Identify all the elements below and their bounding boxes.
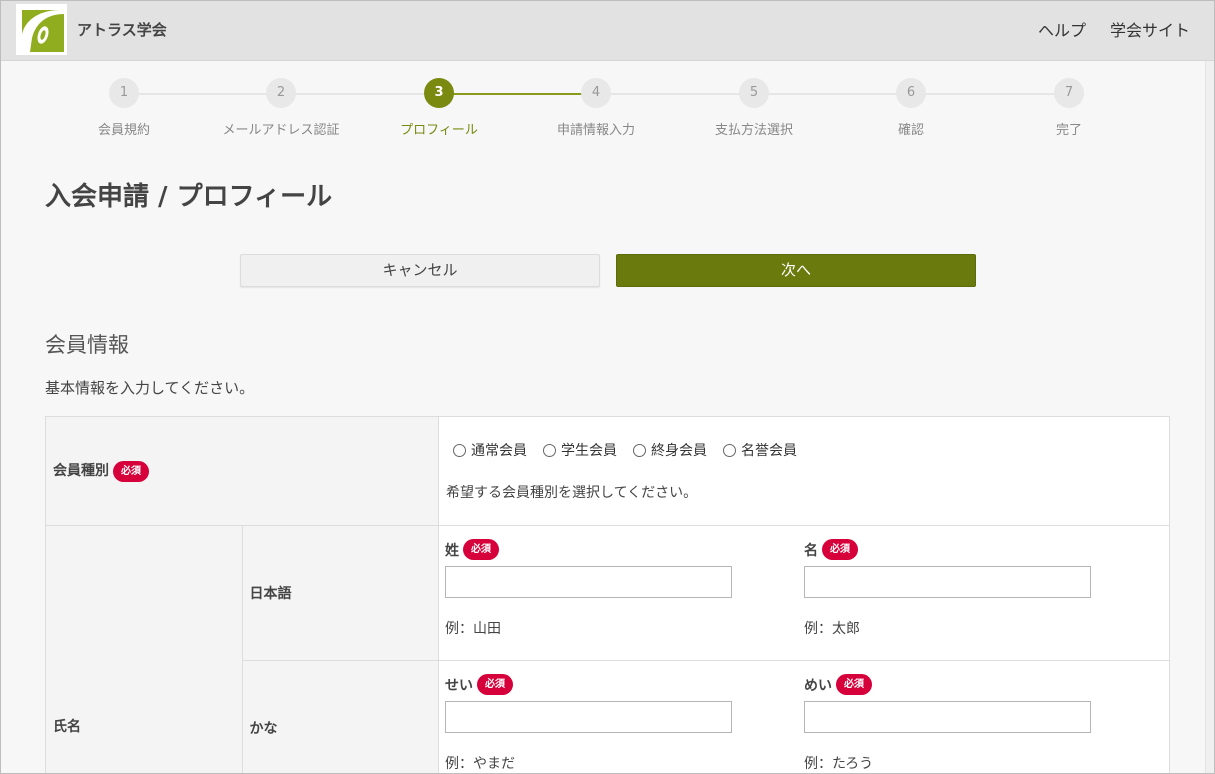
required-badge: 必須 — [477, 674, 513, 695]
radio-label: 名誉会員 — [741, 443, 797, 459]
first-name-example: 例：太郎 — [804, 621, 860, 637]
section-title: 会員情報 — [45, 333, 129, 357]
header-links: ヘルプ 学会サイト — [1038, 17, 1190, 41]
name-label: 氏名 — [53, 718, 81, 735]
japanese-header: 日本語 — [241, 525, 439, 661]
japanese-name-cell: 姓必須 例：山田 名必須 例：太郎 — [438, 525, 1170, 661]
radio-button[interactable] — [633, 443, 646, 457]
first-kana-example: 例：たろう — [804, 756, 874, 772]
last-kana-group: せい 必須 例：やまだ — [445, 674, 804, 773]
step-7: 7 完了 — [999, 77, 1139, 138]
last-kana-example: 例：やまだ — [445, 756, 515, 772]
radio-lifetime-member[interactable]: 終身会員 — [633, 440, 707, 460]
first-name-label: 名 — [804, 542, 818, 559]
step-3: 3 プロフィール — [369, 77, 509, 138]
radio-button[interactable] — [723, 443, 736, 457]
radio-label: 終身会員 — [651, 443, 707, 459]
step-number: 1 — [109, 78, 139, 108]
radio-label: 学生会員 — [561, 443, 617, 459]
step-number: 4 — [581, 78, 611, 108]
next-button[interactable]: 次へ — [616, 254, 976, 287]
top-header: アトラス学会 ヘルプ 学会サイト — [1, 1, 1214, 61]
step-label: 支払方法選択 — [714, 123, 793, 138]
step-label: 会員規約 — [97, 123, 150, 138]
first-kana-group: めい 必須 例：たろう — [804, 674, 1163, 773]
step-label: 確認 — [897, 123, 924, 138]
step-number: 2 — [266, 78, 296, 108]
logo-icon — [16, 4, 67, 55]
first-kana-label: めい — [804, 677, 832, 694]
kana-name-cell: せい 必須 例：やまだ めい 必須 例：たろう — [438, 660, 1170, 773]
member-type-cell: 通常会員 学生会員 終身会員 名誉会員 希望する会員種別を選択してください。 — [438, 416, 1170, 526]
last-name-example: 例：山田 — [445, 621, 501, 637]
radio-label: 通常会員 — [471, 443, 527, 459]
last-name-input[interactable] — [445, 566, 732, 598]
step-label: メールアドレス認証 — [222, 123, 340, 138]
step-number: 6 — [896, 78, 926, 108]
step-6: 6 確認 — [841, 77, 981, 138]
member-info-form: 会員種別 必須 通常会員 学生会員 終身会員 名誉会員 希望する会員種別を選択し… — [45, 416, 1170, 773]
required-badge: 必須 — [113, 460, 149, 482]
radio-student-member[interactable]: 学生会員 — [543, 440, 617, 460]
last-name-group: 姓必須 例：山田 — [445, 539, 804, 638]
required-badge: 必須 — [822, 539, 858, 560]
first-kana-input[interactable] — [804, 701, 1091, 733]
required-badge: 必須 — [836, 674, 872, 695]
member-type-options: 通常会員 学生会員 終身会員 名誉会員 — [439, 440, 1169, 460]
kana-label: かな — [249, 721, 278, 737]
vertical-scrollbar[interactable] — [1205, 61, 1214, 773]
member-type-label: 会員種別 — [53, 463, 109, 480]
required-badge: 必須 — [463, 539, 499, 560]
society-site-link[interactable]: 学会サイト — [1110, 17, 1190, 41]
step-label: 申請情報入力 — [556, 123, 635, 138]
section-description: 基本情報を入力してください。 — [45, 379, 255, 397]
radio-honorary-member[interactable]: 名誉会員 — [723, 440, 797, 460]
radio-button[interactable] — [453, 443, 466, 457]
japanese-label: 日本語 — [249, 586, 292, 602]
name-japanese-row: 氏名 日本語 姓必須 例：山田 名必須 例：太郎 — [45, 525, 1170, 773]
member-type-header: 会員種別 必須 — [45, 416, 439, 526]
step-label: 完了 — [1055, 123, 1082, 138]
step-number: 7 — [1054, 78, 1084, 108]
step-2: 2 メールアドレス認証 — [211, 77, 351, 138]
member-type-hint: 希望する会員種別を選択してください。 — [446, 485, 698, 501]
page-title: 入会申請 / プロフィール — [45, 182, 333, 212]
last-name-label: 姓 — [445, 542, 459, 559]
step-number: 5 — [739, 78, 769, 108]
kana-header: かな — [241, 660, 439, 773]
cancel-button[interactable]: キャンセル — [240, 254, 600, 287]
brand-name: アトラス学会 — [77, 21, 167, 39]
step-1: 1 会員規約 — [54, 77, 194, 138]
progress-stepper: 1 会員規約 2 メールアドレス認証 3 プロフィール 4 申請情報入力 5 支… — [45, 77, 1147, 138]
step-5: 5 支払方法選択 — [684, 77, 824, 138]
radio-button[interactable] — [543, 443, 556, 457]
last-kana-input[interactable] — [445, 701, 732, 733]
step-label: プロフィール — [400, 123, 478, 138]
member-type-row: 会員種別 必須 通常会員 学生会員 終身会員 名誉会員 希望する会員種別を選択し… — [45, 416, 1170, 526]
name-header: 氏名 — [45, 525, 243, 773]
radio-regular-member[interactable]: 通常会員 — [453, 440, 527, 460]
help-link[interactable]: ヘルプ — [1038, 17, 1086, 41]
step-number: 3 — [424, 78, 454, 108]
first-name-group: 名必須 例：太郎 — [804, 539, 1163, 638]
first-name-input[interactable] — [804, 566, 1091, 598]
step-4: 4 申請情報入力 — [526, 77, 666, 138]
app-window: アトラス学会 ヘルプ 学会サイト 1 会員規約 2 メールアドレス認証 3 プロ… — [0, 0, 1215, 774]
last-kana-label: せい — [445, 677, 473, 694]
